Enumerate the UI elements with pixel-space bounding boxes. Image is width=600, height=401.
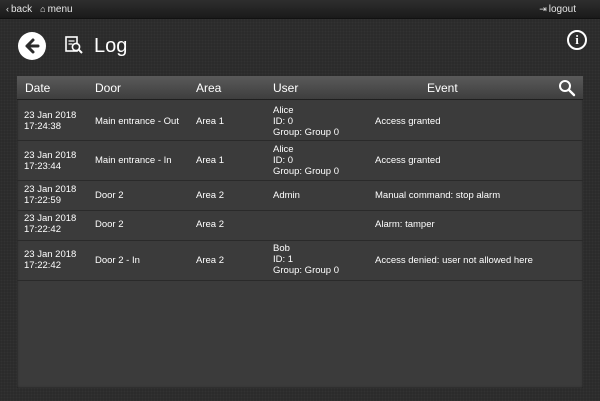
table-header: Date Door Area User Event bbox=[17, 76, 583, 100]
cell-door: Main entrance - In bbox=[95, 155, 172, 166]
cell-area: Area 1 bbox=[196, 116, 224, 127]
back-link-label: back bbox=[11, 4, 33, 15]
table-row[interactable]: 23 Jan 2018 17:23:44 Main entrance - In … bbox=[17, 141, 583, 181]
top-bar: ‹ back ⌂ menu ⇥ logout bbox=[0, 0, 600, 19]
cell-event: Alarm: tamper bbox=[375, 219, 435, 230]
column-header-date: Date bbox=[25, 81, 51, 95]
menu-link[interactable]: ⌂ menu bbox=[40, 0, 72, 19]
cell-event: Access granted bbox=[375, 116, 441, 127]
cell-door: Door 2 bbox=[95, 190, 124, 201]
cell-user: Alice ID: 0 Group: Group 0 bbox=[273, 144, 340, 177]
column-header-area: Area bbox=[196, 81, 222, 95]
cell-date: 23 Jan 2018 17:22:42 bbox=[24, 249, 77, 271]
table-row[interactable]: 23 Jan 2018 17:22:42 Door 2 Area 2 Alarm… bbox=[17, 211, 583, 241]
cell-event: Manual command: stop alarm bbox=[375, 190, 501, 201]
log-search-icon bbox=[65, 36, 83, 54]
cell-user: Admin bbox=[273, 190, 300, 201]
cell-door: Door 2 bbox=[95, 219, 124, 230]
table-row[interactable]: 23 Jan 2018 17:22:59 Door 2 Area 2 Admin… bbox=[17, 181, 583, 211]
column-header-user: User bbox=[273, 81, 299, 95]
cell-date: 23 Jan 2018 17:23:44 bbox=[24, 150, 77, 172]
cell-date: 23 Jan 2018 17:24:38 bbox=[24, 110, 77, 132]
cell-event: Access denied: user not allowed here bbox=[375, 255, 533, 266]
cell-area: Area 2 bbox=[196, 190, 224, 201]
page-header: Log i bbox=[0, 19, 600, 75]
home-icon: ⌂ bbox=[40, 4, 46, 14]
logout-link-label: logout bbox=[548, 4, 576, 15]
logout-link[interactable]: ⇥ logout bbox=[539, 0, 576, 19]
cell-user: Bob ID: 1 Group: Group 0 bbox=[273, 243, 340, 276]
search-icon[interactable] bbox=[558, 79, 576, 97]
info-icon: i bbox=[575, 32, 579, 47]
logout-icon: ⇥ bbox=[539, 4, 547, 14]
cell-door: Door 2 - In bbox=[95, 255, 140, 266]
column-header-event: Event bbox=[427, 81, 458, 95]
table-row[interactable]: 23 Jan 2018 17:24:38 Main entrance - Out… bbox=[17, 101, 583, 141]
cell-area: Area 1 bbox=[196, 155, 224, 166]
table-row[interactable]: 23 Jan 2018 17:22:42 Door 2 - In Area 2 … bbox=[17, 241, 583, 281]
column-header-door: Door bbox=[95, 81, 122, 95]
cell-date: 23 Jan 2018 17:22:59 bbox=[24, 184, 77, 206]
info-button[interactable]: i bbox=[567, 30, 587, 50]
arrow-left-icon bbox=[25, 38, 40, 54]
cell-door: Main entrance - Out bbox=[95, 116, 179, 127]
cell-event: Access granted bbox=[375, 155, 441, 166]
page-title: Log bbox=[94, 35, 128, 57]
cell-user: Alice ID: 0 Group: Group 0 bbox=[273, 105, 340, 138]
back-link[interactable]: ‹ back bbox=[6, 0, 32, 19]
chevron-left-icon: ‹ bbox=[6, 4, 9, 14]
cell-date: 23 Jan 2018 17:22:42 bbox=[24, 213, 77, 235]
menu-link-label: menu bbox=[47, 4, 73, 15]
log-table: Date Door Area User Event 23 Jan 2018 17… bbox=[17, 76, 583, 388]
back-button[interactable] bbox=[18, 32, 46, 60]
cell-area: Area 2 bbox=[196, 255, 224, 266]
cell-area: Area 2 bbox=[196, 219, 224, 230]
